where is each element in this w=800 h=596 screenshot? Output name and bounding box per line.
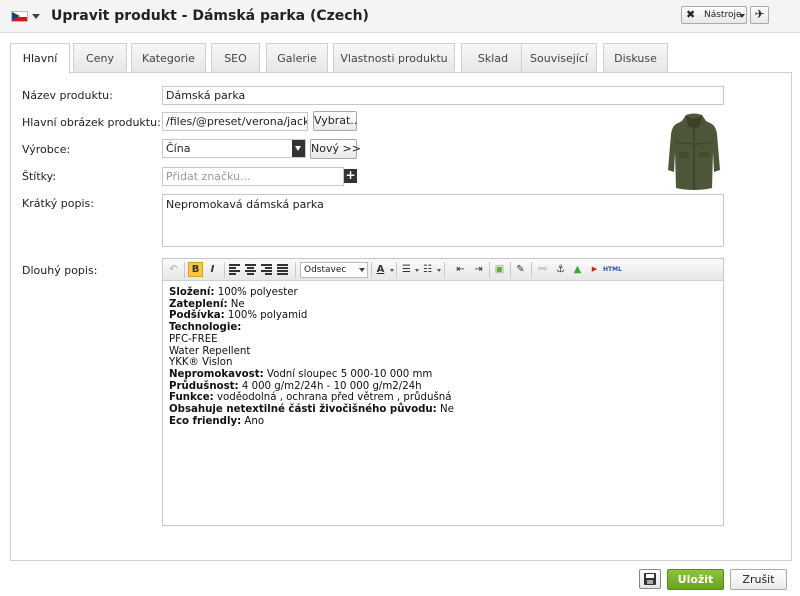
product-image[interactable]: [666, 112, 722, 192]
editor-line: Nepromokavost: Vodní sloupec 5 000-10 00…: [169, 369, 717, 381]
floppy-icon: [644, 573, 656, 585]
pin-button[interactable]: ✈: [750, 6, 769, 24]
bullet-list-icon[interactable]: ☰: [399, 262, 414, 277]
format-select-value: Odstavec: [304, 265, 347, 275]
align-left-icon[interactable]: [227, 262, 242, 277]
editor-line: Složení: 100% polyester: [169, 287, 717, 299]
select-image-button[interactable]: Vybrat..: [313, 111, 357, 131]
short-description-label: Krátký popis:: [22, 197, 94, 210]
save-floppy-button[interactable]: [639, 569, 661, 589]
editor-line: Technologie:: [169, 322, 717, 334]
chevron-down-icon[interactable]: [437, 269, 441, 272]
editor-line-value: voděodolná , ochrana před větrem , průdu…: [213, 392, 452, 404]
editor-line-value: YKK® Vislon: [169, 357, 233, 369]
unlink-icon[interactable]: ⚯: [535, 262, 550, 277]
editor-line-label: Technologie:: [169, 322, 242, 334]
editor-line-label: Průdušnost:: [169, 380, 239, 392]
tab-souvisejici[interactable]: Související: [521, 43, 597, 73]
editor-content[interactable]: Složení: 100% polyester Zateplení: Ne Podš…: [169, 287, 717, 427]
name-label: Název produktu:: [22, 89, 113, 102]
editor-line-value: Ne: [227, 298, 245, 310]
chevron-down-icon: [739, 14, 745, 18]
align-right-icon[interactable]: [259, 262, 274, 277]
save-button[interactable]: Uložit: [667, 569, 724, 590]
bold-button[interactable]: B: [188, 262, 203, 277]
editor-line: Podšívka: 100% polyamid: [169, 310, 717, 322]
czech-flag-icon[interactable]: [11, 11, 28, 22]
editor-line: Zateplení: Ne: [169, 299, 717, 311]
tab-hlavni[interactable]: Hlavní: [10, 43, 70, 74]
format-select[interactable]: Odstavec: [300, 262, 368, 278]
indent-icon[interactable]: ⇥: [471, 262, 486, 277]
tab-ceny[interactable]: Ceny: [73, 43, 127, 73]
cancel-button[interactable]: Zrušit: [730, 569, 787, 590]
title-bar: Upravit produkt - Dámská parka (Czech) ✖…: [0, 0, 800, 33]
youtube-icon[interactable]: ▶: [587, 262, 602, 277]
editor-line: PFC-FREE: [169, 334, 717, 346]
tags-input[interactable]: Přidat značku...: [162, 167, 344, 186]
editor-line-label: Zateplení:: [169, 298, 228, 310]
editor-line-label: Složení:: [169, 287, 215, 298]
new-maker-button[interactable]: Nový >>: [310, 139, 361, 159]
align-justify-icon[interactable]: [275, 262, 290, 277]
editor-line: Obsahuje netextilné části živočišného pů…: [169, 404, 717, 416]
numbered-list-icon[interactable]: ☷: [420, 262, 435, 277]
tools-label: Nástroje: [704, 10, 742, 20]
chevron-down-icon[interactable]: [32, 14, 40, 19]
editor-line: YKK® Vislon: [169, 357, 717, 369]
editor-line-value: PFC-FREE: [169, 333, 218, 345]
editor-line: Water Repellent: [169, 346, 717, 358]
editor-line-value: 4 000 g/m2/24h - 10 000 g/m2/24h: [238, 380, 422, 392]
tags-label: Štítky:: [22, 170, 57, 183]
page-title: Upravit produkt - Dámská parka (Czech): [51, 8, 369, 24]
maker-label: Výrobce:: [22, 143, 71, 156]
chevron-down-icon[interactable]: [292, 140, 305, 157]
chevron-down-icon[interactable]: [390, 269, 394, 272]
chevron-down-icon[interactable]: [415, 269, 419, 272]
long-description-label: Dlouhý popis:: [22, 264, 98, 277]
rich-text-editor: ↶ B I Odstavec A ☰ ☷ ⇤ ⇥ ▣ ✎ ⚯ ⚓ ▲ ▶ HTM…: [162, 258, 724, 526]
anchor-icon[interactable]: ⚓: [553, 262, 568, 277]
editor-line: Průdušnost: 4 000 g/m2/24h - 10 000 g/m2…: [169, 381, 717, 393]
font-color-button[interactable]: A: [373, 262, 388, 277]
editor-line-value: Ano: [241, 415, 265, 427]
short-description-textarea[interactable]: Nepromokavá dámská parka: [162, 194, 724, 247]
tab-sklad[interactable]: Sklad: [461, 43, 525, 73]
add-tag-button[interactable]: +: [344, 169, 357, 183]
tab-galerie[interactable]: Galerie: [266, 43, 328, 73]
image-label: Hlavní obrázek produktu:: [22, 116, 161, 129]
html-button[interactable]: HTML: [603, 262, 622, 277]
editor-line-value: 100% polyester: [214, 287, 298, 298]
tools-icon: ✖: [686, 8, 696, 21]
paste-word-icon[interactable]: ▣: [492, 262, 507, 277]
tab-vlastnosti[interactable]: Vlastnosti produktu: [333, 43, 455, 73]
align-center-icon[interactable]: [243, 262, 258, 277]
pin-icon: ✈: [754, 7, 765, 21]
edit-icon[interactable]: ✎: [513, 262, 528, 277]
plus-icon: +: [345, 168, 356, 182]
outdent-icon[interactable]: ⇤: [453, 262, 468, 277]
editor-line-value: Vodní sloupec 5 000-10 000 mm: [263, 368, 433, 380]
tools-button[interactable]: ✖ Nástroje: [681, 6, 747, 24]
editor-line: Eco friendly: Ano: [169, 416, 717, 428]
undo-icon[interactable]: ↶: [166, 262, 181, 277]
editor-line-label: Obsahuje netextilné části živočišného pů…: [169, 404, 437, 416]
editor-line-value: Water Repellent: [169, 345, 251, 357]
maker-select[interactable]: Čína: [162, 139, 306, 158]
image-insert-icon[interactable]: ▲: [570, 262, 585, 277]
editor-line: Funkce: voděodolná , ochrana před větrem…: [169, 392, 717, 404]
tab-seo[interactable]: SEO: [211, 43, 260, 73]
editor-line-value: 100% polyamid: [224, 310, 308, 322]
editor-line-label: Nepromokavost:: [169, 368, 264, 380]
editor-line-label: Eco friendly:: [169, 415, 242, 427]
tab-diskuse[interactable]: Diskuse: [603, 43, 668, 73]
tab-kategorie[interactable]: Kategorie: [131, 43, 206, 73]
italic-button[interactable]: I: [205, 262, 220, 277]
image-path-input[interactable]: /files/@preset/verona/jackets/: [162, 112, 308, 131]
editor-toolbar: ↶ B I Odstavec A ☰ ☷ ⇤ ⇥ ▣ ✎ ⚯ ⚓ ▲ ▶ HTM…: [163, 259, 723, 281]
editor-line-label: Funkce:: [169, 392, 214, 404]
name-input[interactable]: Dámská parka: [162, 86, 724, 105]
editor-line-value: Ne: [436, 404, 454, 416]
editor-line-label: Podšívka:: [169, 310, 225, 322]
